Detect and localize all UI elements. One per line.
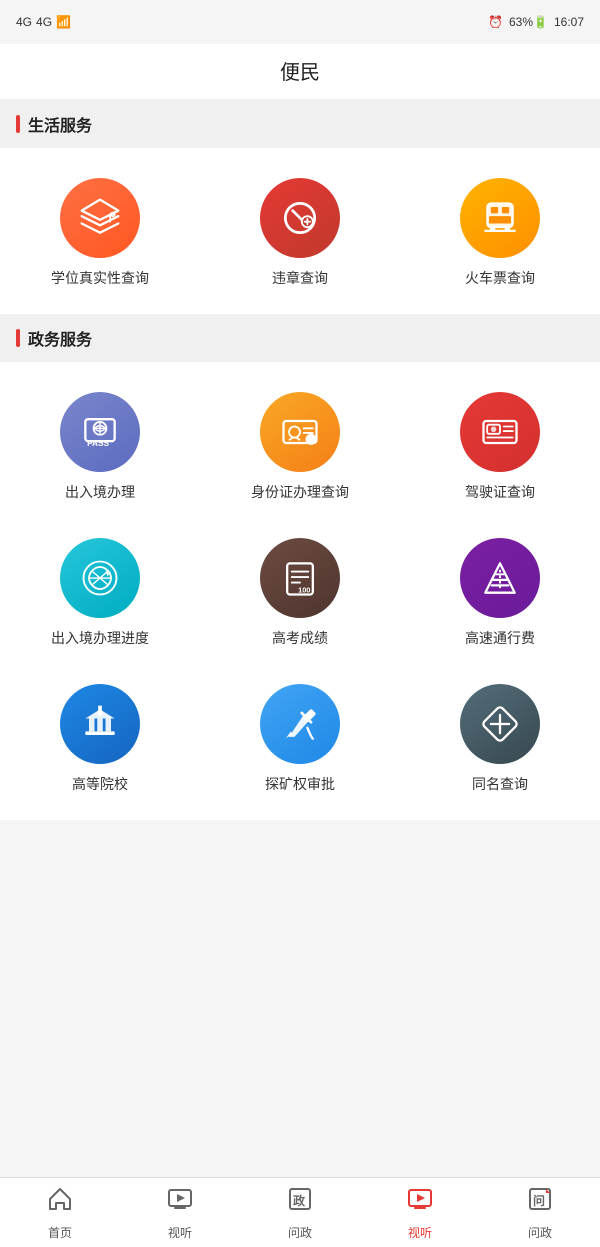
wenzheng1-nav-icon: 政 xyxy=(286,1185,314,1220)
video1-nav-icon xyxy=(166,1185,194,1220)
home-nav-icon xyxy=(46,1185,74,1220)
train-item[interactable]: 火车票查询 xyxy=(400,158,600,304)
svg-text:问: 问 xyxy=(533,1193,545,1208)
time-display: 16:07 xyxy=(554,15,584,29)
nav-video2[interactable]: 视听 xyxy=(360,1185,480,1241)
gaokao-label: 高考成绩 xyxy=(272,628,328,648)
page-header: 便民 xyxy=(0,44,600,100)
driver-icon xyxy=(478,410,522,454)
nav-wenzheng1-label: 问政 xyxy=(288,1224,312,1241)
section-life-label: 生活服务 xyxy=(0,100,600,148)
train-label: 火车票查询 xyxy=(465,268,535,288)
degree-label: 学位真实性查询 xyxy=(51,268,149,288)
highway-icon-circle xyxy=(460,538,540,618)
violation-icon-circle xyxy=(260,178,340,258)
driver-icon-circle xyxy=(460,392,540,472)
nav-wenzheng2-label: 问政 xyxy=(528,1224,552,1241)
page-title: 便民 xyxy=(280,62,320,84)
signal-icon: 4G xyxy=(16,15,32,29)
violation-item[interactable]: 违章查询 xyxy=(200,158,400,304)
border-progress-icon-circle xyxy=(60,538,140,618)
status-left: 4G 4G 📶 xyxy=(16,15,71,29)
id-card-icon-circle xyxy=(260,392,340,472)
border-item[interactable]: PASS 出入境办理 xyxy=(0,372,200,518)
id-card-icon xyxy=(278,410,322,454)
life-services-grid: 学位真实性查询 违章查询 xyxy=(0,148,600,314)
nav-video1-label: 视听 xyxy=(168,1224,192,1241)
id-card-item[interactable]: 身份证办理查询 xyxy=(200,372,400,518)
border-icon: PASS xyxy=(78,410,122,454)
border-progress-item[interactable]: 出入境办理进度 xyxy=(0,518,200,664)
samename-label: 同名查询 xyxy=(472,774,528,794)
violation-icon xyxy=(278,196,322,240)
nav-video2-label: 视听 xyxy=(408,1224,432,1241)
highway-icon xyxy=(478,556,522,600)
id-card-label: 身份证办理查询 xyxy=(251,482,349,502)
mining-icon xyxy=(278,702,322,746)
nav-home[interactable]: 首页 xyxy=(0,1185,120,1241)
status-right: ⏰ 63%🔋 16:07 xyxy=(488,15,584,29)
driver-item[interactable]: 驾驶证查询 xyxy=(400,372,600,518)
highway-label: 高速通行费 xyxy=(465,628,535,648)
gaokao-icon: 100 xyxy=(278,556,322,600)
border-progress-label: 出入境办理进度 xyxy=(51,628,149,648)
nav-wenzheng1[interactable]: 政 问政 xyxy=(240,1185,360,1241)
train-icon-circle xyxy=(460,178,540,258)
mining-icon-circle xyxy=(260,684,340,764)
alarm-icon: ⏰ xyxy=(488,15,503,29)
signal-icon2: 4G xyxy=(36,15,52,29)
mining-label: 探矿权审批 xyxy=(265,774,335,794)
battery-icon: 63%🔋 xyxy=(509,15,548,29)
driver-label: 驾驶证查询 xyxy=(465,482,535,502)
degree-item[interactable]: 学位真实性查询 xyxy=(0,158,200,304)
degree-icon xyxy=(78,196,122,240)
university-icon xyxy=(78,702,122,746)
university-item[interactable]: 高等院校 xyxy=(0,664,200,810)
gaokao-icon-circle: 100 xyxy=(260,538,340,618)
nav-video1[interactable]: 视听 xyxy=(120,1185,240,1241)
svg-text:PASS: PASS xyxy=(87,439,109,448)
mining-item[interactable]: 探矿权审批 xyxy=(200,664,400,810)
wenzheng2-nav-icon: 问 xyxy=(526,1185,554,1220)
wifi-icon: 📶 xyxy=(56,15,71,29)
university-label: 高等院校 xyxy=(72,774,128,794)
university-icon-circle xyxy=(60,684,140,764)
border-label: 出入境办理 xyxy=(65,482,135,502)
samename-icon xyxy=(478,702,522,746)
gov-services-grid: PASS 出入境办理 身份证办理查询 xyxy=(0,362,600,820)
samename-icon-circle xyxy=(460,684,540,764)
train-icon xyxy=(478,196,522,240)
bottom-navigation: 首页 视听 政 问政 xyxy=(0,1177,600,1247)
svg-text:100: 100 xyxy=(298,586,310,595)
border-progress-icon xyxy=(78,556,122,600)
highway-item[interactable]: 高速通行费 xyxy=(400,518,600,664)
violation-label: 违章查询 xyxy=(272,268,328,288)
status-bar: 4G 4G 📶 ⏰ 63%🔋 16:07 xyxy=(0,0,600,44)
nav-home-label: 首页 xyxy=(48,1224,72,1241)
samename-item[interactable]: 同名查询 xyxy=(400,664,600,810)
degree-icon-circle xyxy=(60,178,140,258)
nav-wenzheng2[interactable]: 问 问政 xyxy=(480,1185,600,1241)
svg-text:政: 政 xyxy=(293,1193,306,1208)
border-icon-circle: PASS xyxy=(60,392,140,472)
gaokao-item[interactable]: 100 高考成绩 xyxy=(200,518,400,664)
video2-nav-icon xyxy=(406,1185,434,1220)
section-gov-label: 政务服务 xyxy=(0,314,600,362)
